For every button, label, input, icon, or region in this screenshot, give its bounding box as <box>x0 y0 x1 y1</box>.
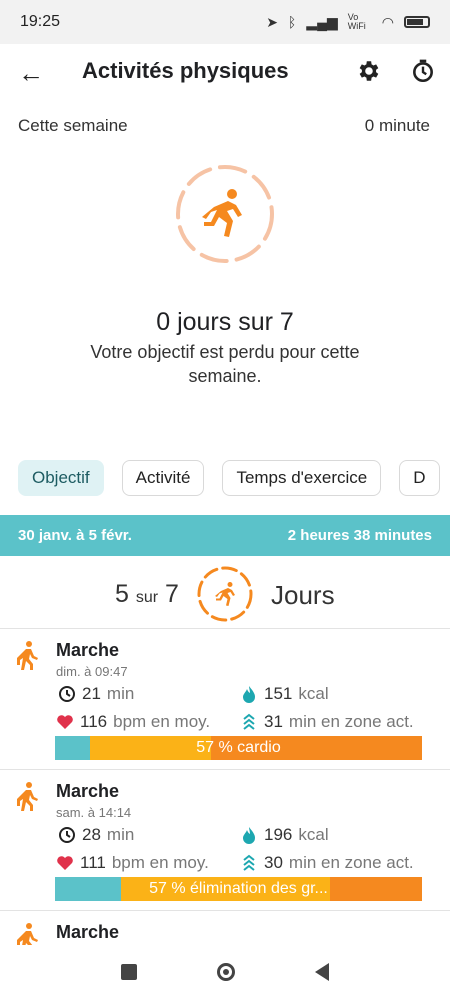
system-nav-bar <box>0 945 450 999</box>
activity-name: Marche <box>56 922 120 942</box>
summary-count: 5 sur 7 <box>115 580 179 608</box>
activity-name: Marche <box>56 781 120 801</box>
flame-icon <box>243 686 255 703</box>
recents-button[interactable] <box>121 964 137 980</box>
walking-icon <box>17 923 38 945</box>
location-icon: ➤ <box>266 13 278 30</box>
tab-objectif[interactable]: Objectif <box>18 460 104 496</box>
activity-goal-ring <box>176 165 274 263</box>
status-bar: 19:25 ➤ ᛒ ▂▄▆ Vo WiFi ◠ <box>0 0 450 44</box>
activity-time: dim. à 09:47 <box>56 664 128 679</box>
walking-icon <box>17 782 38 811</box>
status-time: 19:25 <box>20 13 61 30</box>
tab-row: Objectif Activité Temps d'exercice D <box>18 460 440 496</box>
activity-name: Marche <box>56 640 120 660</box>
goal-message: Votre objectif est perdu pour cette sema… <box>90 342 360 386</box>
heart-rate-stat: 111 bpm en moy. <box>56 853 209 873</box>
bluetooth-icon: ᛒ <box>287 14 297 30</box>
activity-item[interactable]: Marche sam. à 14:14 28 min 196 kcal 111 bpm… <box>0 769 450 909</box>
duration-stat: 28 min <box>58 825 134 845</box>
activity-item[interactable]: Marche <box>0 910 450 945</box>
activity-item[interactable]: Marche dim. à 09:47 21 min 151 kcal 116 bpm… <box>0 628 450 768</box>
week-days-count: 0 jours sur 7 <box>156 308 294 336</box>
heart-icon <box>57 715 73 729</box>
zone-bar-label: 57 % élimination des gr... <box>149 880 328 897</box>
back-button[interactable] <box>315 963 329 981</box>
tab-partial[interactable]: D <box>399 460 440 496</box>
zone-bar: 57 % cardio <box>55 736 422 760</box>
app-bar: ← Activités physiques <box>0 44 450 100</box>
home-button[interactable] <box>217 963 235 981</box>
clock-icon <box>59 686 75 702</box>
week-minutes: 0 minute <box>364 116 430 135</box>
zone-bar-label: 57 % cardio <box>196 739 281 756</box>
vowifi-label: Vo WiFi <box>347 12 366 31</box>
period-total: 2 heures 38 minutes <box>287 527 432 544</box>
period-bar: 30 janv. à 5 févr. 2 heures 38 minutes <box>0 515 450 556</box>
tab-temps-exercice[interactable]: Temps d'exercice <box>222 460 382 496</box>
period-range: 30 janv. à 5 févr. <box>18 527 132 544</box>
summary-unit: Jours <box>271 580 335 610</box>
zone-stat: 30 min en zone act. <box>240 853 414 873</box>
walking-icon <box>17 641 38 670</box>
calories-stat: 196 kcal <box>240 825 329 845</box>
activity-time: sam. à 14:14 <box>56 805 132 820</box>
duration-stat: 21 min <box>58 684 134 704</box>
back-arrow-icon[interactable]: ← <box>18 58 44 89</box>
running-icon <box>202 189 242 237</box>
zone-chevrons-icon <box>243 854 255 871</box>
summary-row: 5 sur 7 Jours <box>0 560 450 628</box>
heart-icon <box>57 856 73 870</box>
calories-stat: 151 kcal <box>240 684 329 704</box>
zone-bar: 57 % élimination des gr... <box>55 877 422 901</box>
signal-icon: ▂▄▆ <box>306 13 338 30</box>
gear-icon[interactable] <box>355 58 381 84</box>
running-icon <box>215 582 235 606</box>
wifi-icon: ◠ <box>381 13 394 30</box>
status-icons: ➤ ᛒ ▂▄▆ Vo WiFi ◠ <box>266 13 430 31</box>
clock-icon <box>59 827 75 843</box>
tab-activite[interactable]: Activité <box>121 460 205 496</box>
week-label: Cette semaine <box>18 116 128 135</box>
stopwatch-icon[interactable] <box>410 58 436 84</box>
page-title: Activités physiques <box>82 58 289 83</box>
flame-icon <box>243 827 255 844</box>
zone-chevrons-icon <box>243 713 255 730</box>
summary-ring <box>197 566 253 622</box>
battery-icon <box>404 16 430 28</box>
zone-stat: 31 min en zone act. <box>240 712 414 732</box>
heart-rate-stat: 116 bpm en moy. <box>56 712 210 732</box>
